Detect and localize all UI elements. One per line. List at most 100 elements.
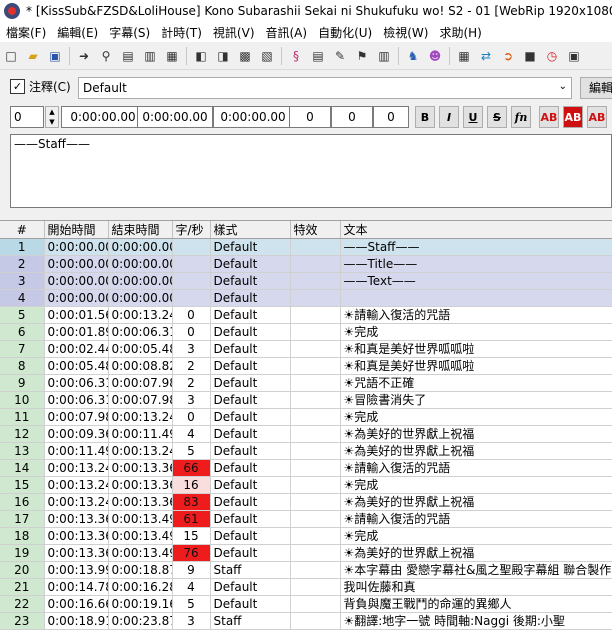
video-details-icon[interactable]: ▣ xyxy=(565,47,583,65)
header-number[interactable]: # xyxy=(0,221,45,239)
subtitle-row[interactable]: 1 0:00:00.00 0:00:00.00 Default ——Staff—— xyxy=(0,238,612,256)
menu-item-3[interactable]: 計時(T) xyxy=(155,24,207,41)
open-file-icon[interactable]: ▰ xyxy=(24,47,42,65)
attachments-icon[interactable]: ▤ xyxy=(309,47,327,65)
menu-item-8[interactable]: 求助(H) xyxy=(433,24,486,41)
subtitle-text-area[interactable]: ——Staff—— xyxy=(10,134,612,208)
panel-splitter[interactable] xyxy=(0,212,612,220)
cell-end: 0:00:08.82 xyxy=(108,357,173,375)
subtitle-row[interactable]: 9 0:00:06.31 0:00:07.98 2 Default ☀咒語不正確 xyxy=(0,374,612,392)
subtitle-row[interactable]: 20 0:00:13.99 0:00:18.87 9 Staff ☀本字幕由 愛戀字幕社&… xyxy=(0,561,612,579)
toolbar-separator xyxy=(449,47,450,65)
fonts-collector-icon[interactable]: ✎ xyxy=(331,47,349,65)
cell-style: Default xyxy=(210,578,291,596)
header-text[interactable]: 文本 xyxy=(340,221,612,239)
comment-checkbox[interactable]: ✓ xyxy=(10,79,25,94)
keyframes-icon[interactable]: ▦ xyxy=(163,47,181,65)
spellcheck-icon[interactable]: ⇄ xyxy=(477,47,495,65)
subtitle-row[interactable]: 6 0:00:01.89 0:00:06.31 0 Default ☀完成 xyxy=(0,323,612,341)
margin-vertical-field[interactable]: 0 xyxy=(373,106,409,128)
subtitle-row[interactable]: 12 0:00:09.36 0:00:11.49 4 Default ☀為美好的世界獻上祝… xyxy=(0,425,612,443)
menu-item-0[interactable]: 檔案(F) xyxy=(0,24,51,41)
cell-end: 0:00:05.48 xyxy=(108,340,173,358)
video-close-icon[interactable]: ▥ xyxy=(141,47,159,65)
font-face-button[interactable]: fn xyxy=(511,106,531,128)
shift-times-icon[interactable]: ▦ xyxy=(455,47,473,65)
edit-style-button[interactable]: 編輯 xyxy=(580,77,612,99)
bold-button[interactable]: B xyxy=(415,106,435,128)
cell-number: 2 xyxy=(0,255,45,273)
save-icon[interactable]: ▣ xyxy=(46,47,64,65)
style-dropdown[interactable]: Default ⌄ xyxy=(78,77,572,99)
timing-postprocessor-icon[interactable]: ♞ xyxy=(404,47,422,65)
new-file-icon[interactable]: □ xyxy=(2,47,20,65)
translation-icon[interactable]: ▥ xyxy=(375,47,393,65)
header-style[interactable]: 樣式 xyxy=(210,221,291,239)
outline-color-button[interactable]: AB xyxy=(587,106,607,128)
header-end-time[interactable]: 結束時間 xyxy=(108,221,173,239)
subtitle-row[interactable]: 17 0:00:13.36 0:00:13.49 61 Default ☀請輸入復活的咒語 xyxy=(0,510,612,528)
menu-item-2[interactable]: 字幕(S) xyxy=(103,24,155,41)
end-time-value: 0:00:00.00 xyxy=(142,110,208,124)
duration-field[interactable]: 0:00:00.00 xyxy=(213,106,293,128)
subtitle-row[interactable]: 10 0:00:06.31 0:00:07.98 3 Default ☀冒險書消失了 xyxy=(0,391,612,409)
menu-item-5[interactable]: 音訊(A) xyxy=(260,24,313,41)
menu-item-7[interactable]: 檢視(W) xyxy=(377,24,433,41)
subtitle-row[interactable]: 5 0:00:01.56 0:00:13.24 0 Default ☀請輸入復活的咒語 xyxy=(0,306,612,324)
primary-color-button[interactable]: AB xyxy=(539,106,559,128)
options-icon[interactable]: ➲ xyxy=(499,47,517,65)
menu-item-1[interactable]: 編輯(E) xyxy=(51,24,103,41)
underline-button[interactable]: U xyxy=(463,106,483,128)
margin-right-field[interactable]: 0 xyxy=(331,106,373,128)
subtitle-table: # 開始時間 結束時間 字/秒 樣式 特效 文本 1 0:00:00.00 0:00… xyxy=(0,221,612,630)
styles-manager-icon[interactable]: ▩ xyxy=(236,47,254,65)
video-open-icon[interactable]: ▤ xyxy=(119,47,137,65)
cell-text: ☀為美好的世界獻上祝福 xyxy=(340,544,612,562)
subtitle-row[interactable]: 13 0:00:11.49 0:00:13.24 5 Default ☀為美好的世界獻上祝… xyxy=(0,442,612,460)
header-start-time[interactable]: 開始時間 xyxy=(44,221,109,239)
secondary-color-button[interactable]: AB xyxy=(563,106,583,128)
subtitle-row[interactable]: 11 0:00:07.98 0:00:13.24 0 Default ☀完成 xyxy=(0,408,612,426)
header-effect[interactable]: 特效 xyxy=(290,221,341,239)
audio-open-icon[interactable]: ◧ xyxy=(192,47,210,65)
italic-button[interactable]: I xyxy=(439,106,459,128)
subtitle-row[interactable]: 18 0:00:13.36 0:00:13.49 15 Default ☀完成 xyxy=(0,527,612,545)
cell-text: ☀完成 xyxy=(340,476,612,494)
subtitle-row[interactable]: 3 0:00:00.00 0:00:00.00 Default ——Text—— xyxy=(0,272,612,290)
subtitle-row[interactable]: 7 0:00:02.44 0:00:05.48 3 Default ☀和真是美好世界呱呱啦 xyxy=(0,340,612,358)
clock-icon[interactable]: ◷ xyxy=(543,47,561,65)
subtitle-row[interactable]: 21 0:00:14.78 0:00:16.28 4 Default 我叫佐藤和真 xyxy=(0,578,612,596)
layer-spinner[interactable]: ▲ ▼ xyxy=(45,106,59,128)
menu-item-4[interactable]: 視訊(V) xyxy=(207,24,260,41)
subtitle-row[interactable]: 8 0:00:05.48 0:00:08.82 2 Default ☀和真是美好世界呱呱啦 xyxy=(0,357,612,375)
subtitle-row[interactable]: 14 0:00:13.24 0:00:13.36 66 Default ☀請輸入復活的咒語 xyxy=(0,459,612,477)
zoom-icon[interactable]: ⚲ xyxy=(97,47,115,65)
toolbar-separator xyxy=(281,47,282,65)
kanji-timer-icon[interactable]: ☻ xyxy=(426,47,444,65)
header-cps[interactable]: 字/秒 xyxy=(172,221,211,239)
start-time-field[interactable]: 0:00:00.00 xyxy=(61,106,145,128)
jump-to-icon[interactable]: ➜ xyxy=(75,47,93,65)
margin-left-field[interactable]: 0 xyxy=(289,106,331,128)
layer-field[interactable]: 0 xyxy=(10,106,44,128)
resample-icon[interactable]: ⚑ xyxy=(353,47,371,65)
subtitle-row[interactable]: 2 0:00:00.00 0:00:00.00 Default ——Title—— xyxy=(0,255,612,273)
automation-icon[interactable]: § xyxy=(287,47,305,65)
menu-item-6[interactable]: 自動化(U) xyxy=(312,24,377,41)
end-time-field[interactable]: 0:00:00.00 xyxy=(137,106,213,128)
stop-icon[interactable]: ■ xyxy=(521,47,539,65)
cell-cps: 4 xyxy=(172,578,211,596)
subtitle-row[interactable]: 15 0:00:13.24 0:00:13.36 16 Default ☀完成 xyxy=(0,476,612,494)
cell-text: ☀咒語不正確 xyxy=(340,374,612,392)
audio-close-icon[interactable]: ◨ xyxy=(214,47,232,65)
subtitle-row[interactable]: 4 0:00:00.00 0:00:00.00 Default xyxy=(0,289,612,307)
subtitle-row[interactable]: 19 0:00:13.36 0:00:13.49 76 Default ☀為美好的世界獻上… xyxy=(0,544,612,562)
subtitle-row[interactable]: 22 0:00:16.66 0:00:19.16 5 Default 背負與魔王戰鬥的命運… xyxy=(0,595,612,613)
strikeout-button[interactable]: S xyxy=(487,106,507,128)
properties-icon[interactable]: ▧ xyxy=(258,47,276,65)
cell-start: 0:00:02.44 xyxy=(44,340,109,358)
cell-number: 6 xyxy=(0,323,45,341)
subtitle-row[interactable]: 16 0:00:13.24 0:00:13.36 83 Default ☀為美好的世界獻上… xyxy=(0,493,612,511)
subtitle-row[interactable]: 23 0:00:18.91 0:00:23.87 3 Staff ☀翻譯:地字一號 時間軸… xyxy=(0,612,612,630)
cell-cps: 3 xyxy=(172,340,211,358)
